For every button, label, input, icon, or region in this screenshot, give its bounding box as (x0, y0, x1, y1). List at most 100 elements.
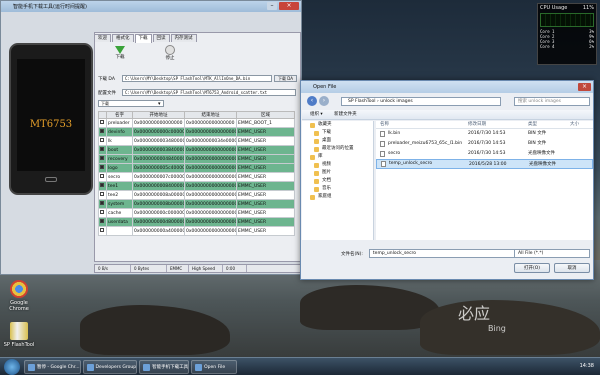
nav-item[interactable]: 视频 (302, 161, 373, 169)
taskbar-item[interactable]: Open File (191, 359, 238, 374)
minimize-button[interactable]: – (267, 2, 277, 10)
window-title: 智能手机下载工具(运行时间提醒) (1, 1, 301, 12)
flashtool-icon (10, 322, 28, 340)
stop-icon (165, 45, 175, 55)
stop-button[interactable]: 停止 (159, 45, 181, 61)
partition-end: 0x0000000000000000 (184, 172, 237, 182)
checkbox-icon (100, 201, 104, 205)
desktop-icon-chrome[interactable]: Google Chrome (2, 280, 36, 312)
partition-row[interactable]: devinfo 0x0000000000c00000 0x00000000000… (98, 127, 295, 137)
open-button[interactable]: 打开(O) (514, 263, 550, 273)
row-checkbox[interactable] (98, 172, 107, 182)
partition-name: recovery (106, 154, 133, 164)
partition-row[interactable]: tee2 0x0000000008a00000 0x00000000000000… (98, 190, 295, 200)
file-row[interactable]: temp_unlock_secro 2016/5/28 13:00 光盘映像文件 (376, 159, 593, 169)
col-type[interactable]: 类型 (528, 121, 570, 128)
partition-region: EMMC_USER (236, 172, 295, 182)
forward-button[interactable]: › (319, 96, 329, 106)
tab-welcome[interactable]: 欢迎 (94, 34, 111, 42)
partition-row[interactable]: tee1 0x0000000008400000 0x00000000000000… (98, 181, 295, 191)
cancel-button[interactable]: 取消 (554, 263, 590, 273)
row-checkbox[interactable] (98, 118, 107, 128)
nav-item[interactable]: 收藏夹 (302, 121, 373, 129)
partition-row[interactable]: userdata 0x000000000d8000000 0x000000000… (98, 217, 295, 227)
status-storage: EMMC (167, 265, 189, 272)
organize-button[interactable]: 组织 ▾ (310, 112, 323, 117)
folder-icon (314, 130, 319, 136)
partition-name: tee2 (106, 190, 133, 200)
dialog-close-button[interactable]: × (578, 83, 591, 91)
nav-item[interactable]: 家庭组 (302, 193, 373, 201)
partition-row[interactable]: preloader 0x000000000000000 0x0000000000… (98, 118, 295, 128)
row-checkbox[interactable] (98, 154, 107, 164)
partition-row[interactable]: 0x000000000a4000000 0x0000000000000000 E… (98, 226, 295, 236)
partition-name: boot (106, 145, 133, 155)
partition-end: 0x0000000000000000 (184, 190, 237, 200)
status-bar: 0 B/s 0 Bytes EMMC High Speed 0:00 (94, 264, 301, 273)
back-button[interactable]: ‹ (307, 96, 317, 106)
new-folder-button[interactable]: 新建文件夹 (334, 112, 357, 117)
taskbar-item[interactable]: 智能手机下载工具 (139, 359, 190, 374)
taskbar-item[interactable]: Developers Group (82, 359, 138, 374)
download-button[interactable]: 下载 (109, 45, 131, 60)
row-checkbox[interactable] (98, 190, 107, 200)
status-bytes: 0 Bytes (131, 265, 167, 272)
partition-row[interactable]: secro 0x0000000007c00000 0x0000000000000… (98, 172, 295, 182)
search-input[interactable]: 搜索 unlock images (514, 97, 590, 106)
nav-item[interactable]: 最近访问的位置 (302, 145, 373, 153)
partition-name: system (106, 199, 133, 209)
clock: 14:38 (579, 363, 594, 369)
chrome-icon (10, 280, 28, 298)
tab-readback[interactable]: 回读 (152, 34, 170, 42)
partition-row[interactable]: system 0x0000000008b00000 0x000000000000… (98, 199, 295, 209)
file-name: temp_unlock_secro (389, 161, 433, 166)
address-bar[interactable]: SP FlashTool › unlock images (341, 97, 501, 106)
status-speed: 0 B/s (95, 265, 131, 272)
filename-input[interactable]: temp_unlock_secro (368, 249, 529, 258)
nav-item[interactable]: 音乐 (302, 185, 373, 193)
close-button[interactable]: × (279, 2, 299, 10)
row-checkbox[interactable] (98, 199, 107, 209)
taskbar-item[interactable]: 暂停 - Google Chr... (24, 359, 81, 374)
file-name: secro (388, 151, 401, 156)
da-path-field[interactable]: C:\Users\MY\Desktop\SP FlashTool\MTK_All… (122, 75, 272, 82)
da-browse-button[interactable]: 下载 DA (274, 75, 298, 82)
file-row[interactable]: lk.bin 2016/7/30 14:53 BIN 文件 (376, 129, 593, 139)
nav-item[interactable]: 库 (302, 153, 373, 161)
partition-row[interactable]: recovery 0x0000000004840000 0x0000000000… (98, 154, 295, 164)
start-button[interactable] (4, 358, 20, 375)
mode-select[interactable]: 下载 (98, 100, 164, 107)
file-icon (380, 141, 385, 147)
tab-format[interactable]: 格式化 (112, 34, 134, 42)
filetype-select[interactable]: All File (*.*) (514, 249, 590, 258)
col-size[interactable]: 大小 (570, 121, 590, 128)
tab-memory-test[interactable]: 内存测试 (170, 34, 197, 42)
partition-row[interactable]: cache 0x000000000c0000000 0x000000000000… (98, 208, 295, 218)
row-checkbox[interactable] (98, 145, 107, 155)
file-row[interactable]: secro 2016/7/30 14:53 光盘映像文件 (376, 149, 593, 159)
file-size (570, 139, 590, 149)
partition-row[interactable]: lk 0x0000000003480000 0x00000000034e0000… (98, 136, 295, 146)
row-checkbox[interactable] (98, 226, 107, 236)
col-filename[interactable]: 名称 (376, 121, 468, 128)
nav-item[interactable]: 图片 (302, 169, 373, 177)
partition-start: 0x0000000008400000 (132, 181, 185, 191)
partition-row[interactable]: logo 0x0000000005c40000 0x00000000000000… (98, 163, 295, 173)
scatter-path-field[interactable]: C:\Users\MY\Desktop\SP FlashTool\MT6753_… (122, 89, 296, 96)
row-checkbox[interactable] (98, 181, 107, 191)
nav-item[interactable]: 桌面 (302, 137, 373, 145)
nav-item[interactable]: 下载 (302, 129, 373, 137)
partition-row[interactable]: boot 0x0000000003840000 0x00000000000000… (98, 145, 295, 155)
row-checkbox[interactable] (98, 208, 107, 218)
tab-download[interactable]: 下载 (134, 34, 152, 43)
col-date[interactable]: 修改日期 (468, 121, 528, 128)
nav-item[interactable]: 文档 (302, 177, 373, 185)
row-checkbox[interactable] (98, 217, 107, 227)
partition-table: 名字 开始地址 结束地址 区域 preloader 0x000000000000… (98, 111, 295, 236)
file-row[interactable]: preloader_meizu6753_65c_l1.bin 2016/7/30… (376, 139, 593, 149)
row-checkbox[interactable] (98, 127, 107, 137)
row-checkbox[interactable] (98, 163, 107, 173)
desktop-icon-flashtool[interactable]: SP FlashTool (2, 322, 36, 348)
nav-item-label: 图片 (322, 170, 331, 175)
row-checkbox[interactable] (98, 136, 107, 146)
